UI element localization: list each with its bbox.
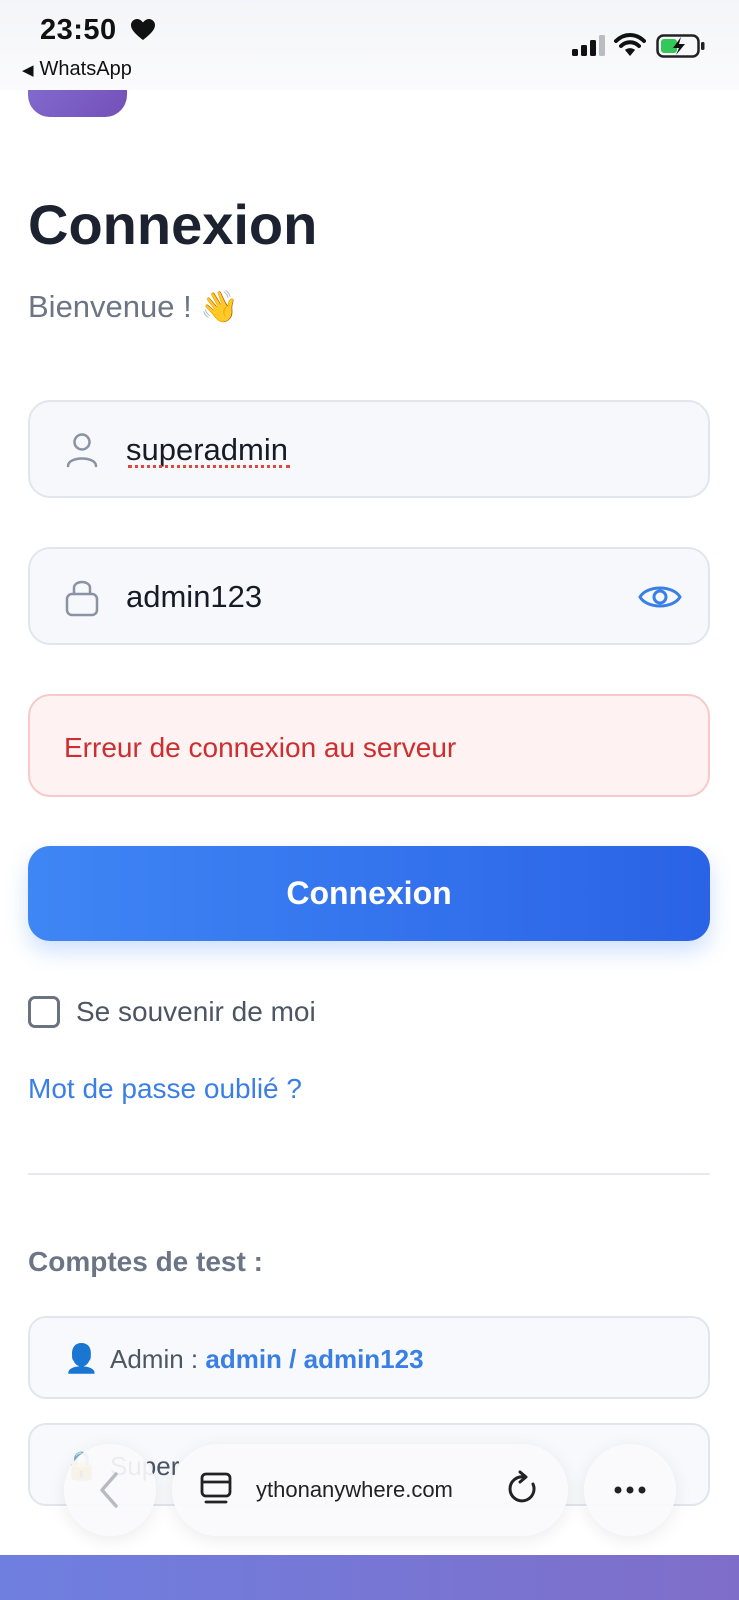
wifi-icon (614, 33, 646, 56)
password-field[interactable] (28, 547, 710, 645)
test-account-card-admin[interactable]: 👤 Admin : admin / admin123 (28, 1316, 710, 1399)
user-icon (66, 433, 98, 468)
back-triangle-icon: ◀ (22, 62, 34, 79)
welcome-subtitle: Bienvenue ! 👋 (28, 289, 239, 324)
account-role: Admin : (110, 1344, 206, 1374)
divider (28, 1173, 710, 1175)
back-app-label: WhatsApp (39, 58, 132, 80)
lock-icon (65, 580, 99, 617)
spellcheck-underline (128, 464, 290, 468)
browser-more-button[interactable] (584, 1444, 676, 1536)
page-title: Connexion (28, 193, 318, 256)
back-to-app-link[interactable]: ◀ WhatsApp (22, 58, 132, 81)
test-accounts-title: Comptes de test : (28, 1246, 263, 1277)
username-input[interactable] (126, 424, 626, 476)
chevron-left-icon (100, 1472, 118, 1508)
more-dots-icon (614, 1486, 646, 1494)
bottom-gradient-band (0, 1555, 739, 1600)
battery-charging-icon (656, 34, 705, 58)
cellular-signal-icon (572, 35, 605, 56)
forgot-password-link[interactable]: Mot de passe oublié ? (28, 1073, 302, 1105)
heart-icon (131, 19, 155, 40)
account-emoji-icon: 👤 (64, 1343, 99, 1374)
username-field[interactable] (28, 400, 710, 498)
account-credentials: admin / admin123 (205, 1344, 424, 1374)
browser-back-button[interactable] (64, 1444, 156, 1536)
error-message: Erreur de connexion au serveur (64, 732, 457, 763)
error-alert: Erreur de connexion au serveur (28, 694, 710, 797)
url-text[interactable]: ythonanywhere.com (256, 1477, 453, 1503)
reload-icon[interactable] (506, 1470, 540, 1508)
remember-me-row[interactable]: Se souvenir de moi (28, 996, 428, 1030)
browser-url-bar[interactable]: ythonanywhere.com (172, 1444, 568, 1536)
status-time: 23:50 (40, 14, 117, 46)
password-input[interactable] (126, 571, 626, 623)
remember-me-label[interactable]: Se souvenir de moi (76, 996, 316, 1028)
account-label: Admin : admin / admin123 (110, 1344, 424, 1375)
tabs-icon[interactable] (200, 1472, 232, 1506)
remember-me-checkbox[interactable] (28, 996, 60, 1028)
login-button[interactable]: Connexion (28, 846, 710, 941)
eye-icon[interactable] (638, 577, 682, 617)
